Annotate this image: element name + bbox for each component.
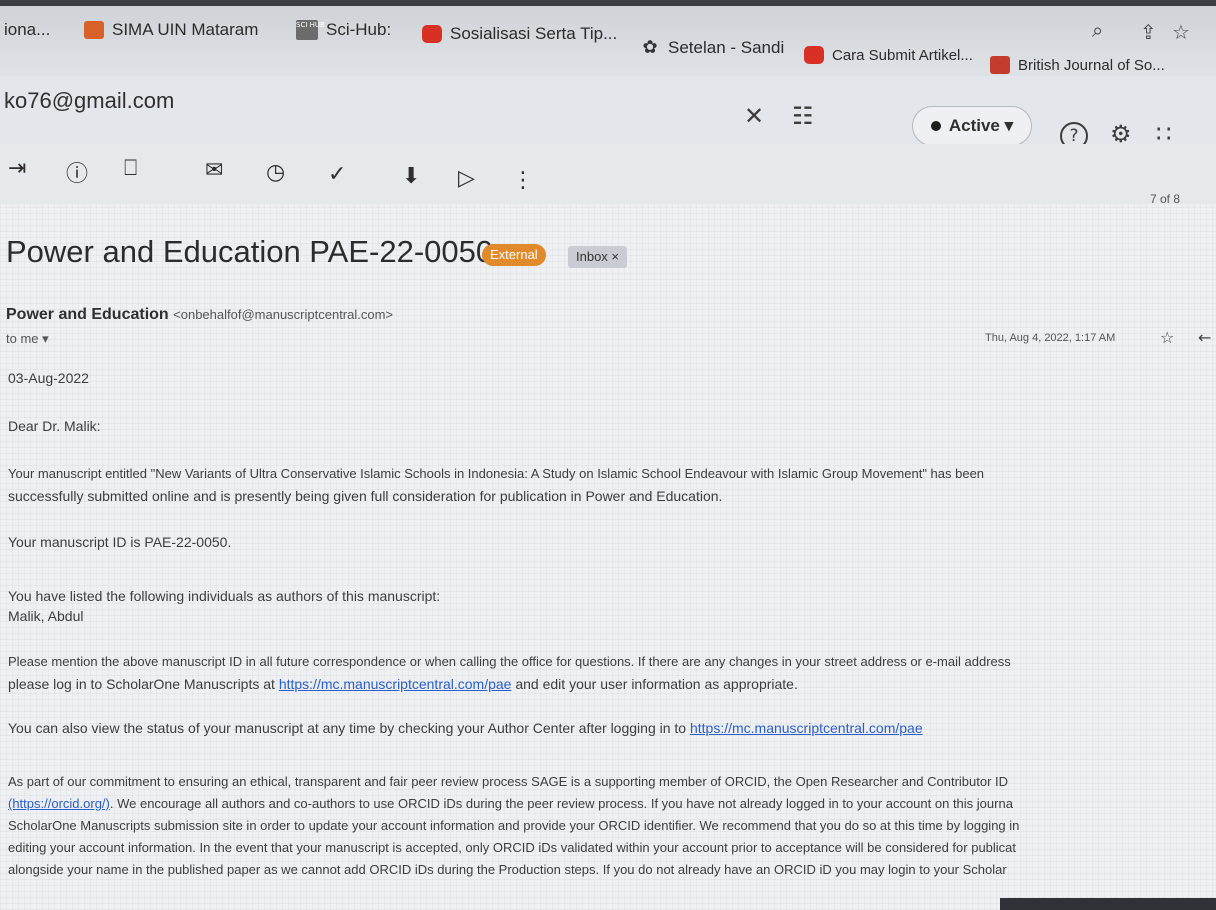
bookmarks-bar: iona... SIMA UIN Mataram SCI HUB Sci-Hub… xyxy=(0,6,1216,76)
bookmark-label: Sosialisasi Serta Tip... xyxy=(450,24,618,43)
body-text-span: . We encourage all authors and co-author… xyxy=(109,796,1013,811)
body-paragraph-line: successfully submitted online and is pre… xyxy=(8,488,723,504)
bookmark-label: Setelan - Sandi xyxy=(668,38,785,57)
snooze-icon[interactable]: ◷ xyxy=(266,160,285,185)
gear-icon: ✿ xyxy=(642,37,658,58)
taskbar-fragment xyxy=(1000,898,1216,910)
bookmark-label: SIMA UIN Mataram xyxy=(112,20,259,39)
report-spam-icon[interactable]: ⓘ xyxy=(66,156,88,188)
manuscript-central-link[interactable]: https://mc.manuscriptcentral.com/pae xyxy=(690,720,923,736)
body-paragraph-line: Your manuscript entitled "New Variants o… xyxy=(8,466,985,481)
body-paragraph-line: editing your account information. In the… xyxy=(8,840,1017,855)
star-icon[interactable]: ☆ xyxy=(1160,328,1174,347)
body-paragraph-line: (https://orcid.org/). We encourage all a… xyxy=(8,794,1213,814)
bookmark-sima[interactable]: SIMA UIN Mataram xyxy=(84,20,258,40)
add-task-icon[interactable]: ✓ xyxy=(328,162,346,187)
body-author-list: Malik, Abdul xyxy=(8,608,84,624)
status-dot-icon xyxy=(930,121,941,131)
close-icon[interactable]: ✕ xyxy=(744,102,764,130)
status-label: Active ▾ xyxy=(948,116,1014,135)
bookmark-item[interactable]: iona... xyxy=(4,20,50,40)
youtube-icon xyxy=(422,25,442,43)
bookmark-label: iona... xyxy=(4,20,51,39)
share-icon[interactable]: ⇪ xyxy=(1140,20,1157,44)
bookmark-setelan[interactable]: ✿ Setelan - Sandi xyxy=(640,38,784,58)
inbox-label-chip[interactable]: Inbox × xyxy=(568,246,628,268)
bookmark-star-icon[interactable]: ☆ xyxy=(1172,20,1190,44)
more-options-icon[interactable]: ⋮ xyxy=(512,168,534,193)
manuscript-central-link[interactable]: https://mc.manuscriptcentral.com/pae xyxy=(279,676,512,692)
body-paragraph-line: ScholarOne Manuscripts submission site i… xyxy=(8,818,1020,833)
sender-name[interactable]: Power and Education xyxy=(6,306,169,323)
bookmark-label: Cara Submit Artikel... xyxy=(832,46,973,64)
gmail-header: ko76@gmail.com ✕ ☷ Active ▾ ? ⚙ ∷ xyxy=(0,76,1216,150)
youtube-icon xyxy=(804,46,824,64)
bookmark-cara-submit[interactable]: Cara Submit Artikel... xyxy=(804,46,973,64)
body-greeting: Dear Dr. Malik: xyxy=(8,418,101,434)
bjs-icon xyxy=(990,56,1010,74)
body-date: 03-Aug-2022 xyxy=(8,370,89,386)
sender-email: <onbehalfof@manuscriptcentral.com> xyxy=(173,307,394,322)
sender-line: Power and Education <onbehalfof@manuscri… xyxy=(6,306,393,324)
account-email: ko76@gmail.com xyxy=(4,88,175,113)
label-icon[interactable]: ▷ xyxy=(458,166,475,191)
bookmark-scihub[interactable]: SCI HUB Sci-Hub: xyxy=(296,20,391,40)
body-text-span: You can also view the status of your man… xyxy=(8,720,690,736)
body-paragraph-line: You can also view the status of your man… xyxy=(8,718,1213,738)
email-view: Power and Education PAE-22-0050 External… xyxy=(0,204,1216,910)
recipient-details-toggle[interactable]: to me ▾ xyxy=(6,331,49,347)
body-paragraph-line: As part of our commitment to ensuring an… xyxy=(8,774,1009,789)
search-options-icon[interactable]: ☷ xyxy=(792,102,814,130)
message-toolbar: ⇥ ⓘ ⎕ ✉ ◷ ✓ ⬇ ▷ ⋮ 7 of 8 xyxy=(0,144,1216,206)
body-paragraph-line: Please mention the above manuscript ID i… xyxy=(8,654,1011,669)
bookmark-sosialisasi[interactable]: Sosialisasi Serta Tip... xyxy=(422,24,617,44)
move-to-icon[interactable]: ⇥ xyxy=(8,156,26,181)
email-subject: Power and Education PAE-22-0050 xyxy=(6,234,494,269)
body-paragraph-line: alongside your name in the published pap… xyxy=(8,862,1007,877)
reply-icon[interactable]: ← xyxy=(1198,328,1211,347)
body-paragraph-line: please log in to ScholarOne Manuscripts … xyxy=(8,674,1213,694)
move-to-folder-icon[interactable]: ⬇ xyxy=(402,164,420,189)
body-paragraph-line: You have listed the following individual… xyxy=(8,588,441,604)
email-date: Thu, Aug 4, 2022, 1:17 AM xyxy=(985,332,1116,344)
delete-icon[interactable]: ⎕ xyxy=(124,156,137,181)
zoom-icon[interactable]: ⌕ xyxy=(1092,18,1103,42)
orcid-link[interactable]: (https://orcid.org/) xyxy=(8,796,110,811)
body-manuscript-id: Your manuscript ID is PAE-22-0050. xyxy=(8,534,232,550)
sima-icon xyxy=(84,21,104,39)
bookmark-label: Sci-Hub: xyxy=(326,20,392,39)
status-dropdown[interactable]: Active ▾ xyxy=(912,106,1032,146)
bookmark-label: British Journal of So... xyxy=(1018,56,1165,74)
body-text-span: please log in to ScholarOne Manuscripts … xyxy=(8,676,279,692)
mark-unread-icon[interactable]: ✉ xyxy=(205,158,223,183)
bookmark-british-journal[interactable]: British Journal of So... xyxy=(990,56,1165,74)
body-text-span: and edit your user information as approp… xyxy=(511,676,798,692)
external-badge: External xyxy=(482,244,546,266)
scihub-icon: SCI HUB xyxy=(296,20,325,40)
